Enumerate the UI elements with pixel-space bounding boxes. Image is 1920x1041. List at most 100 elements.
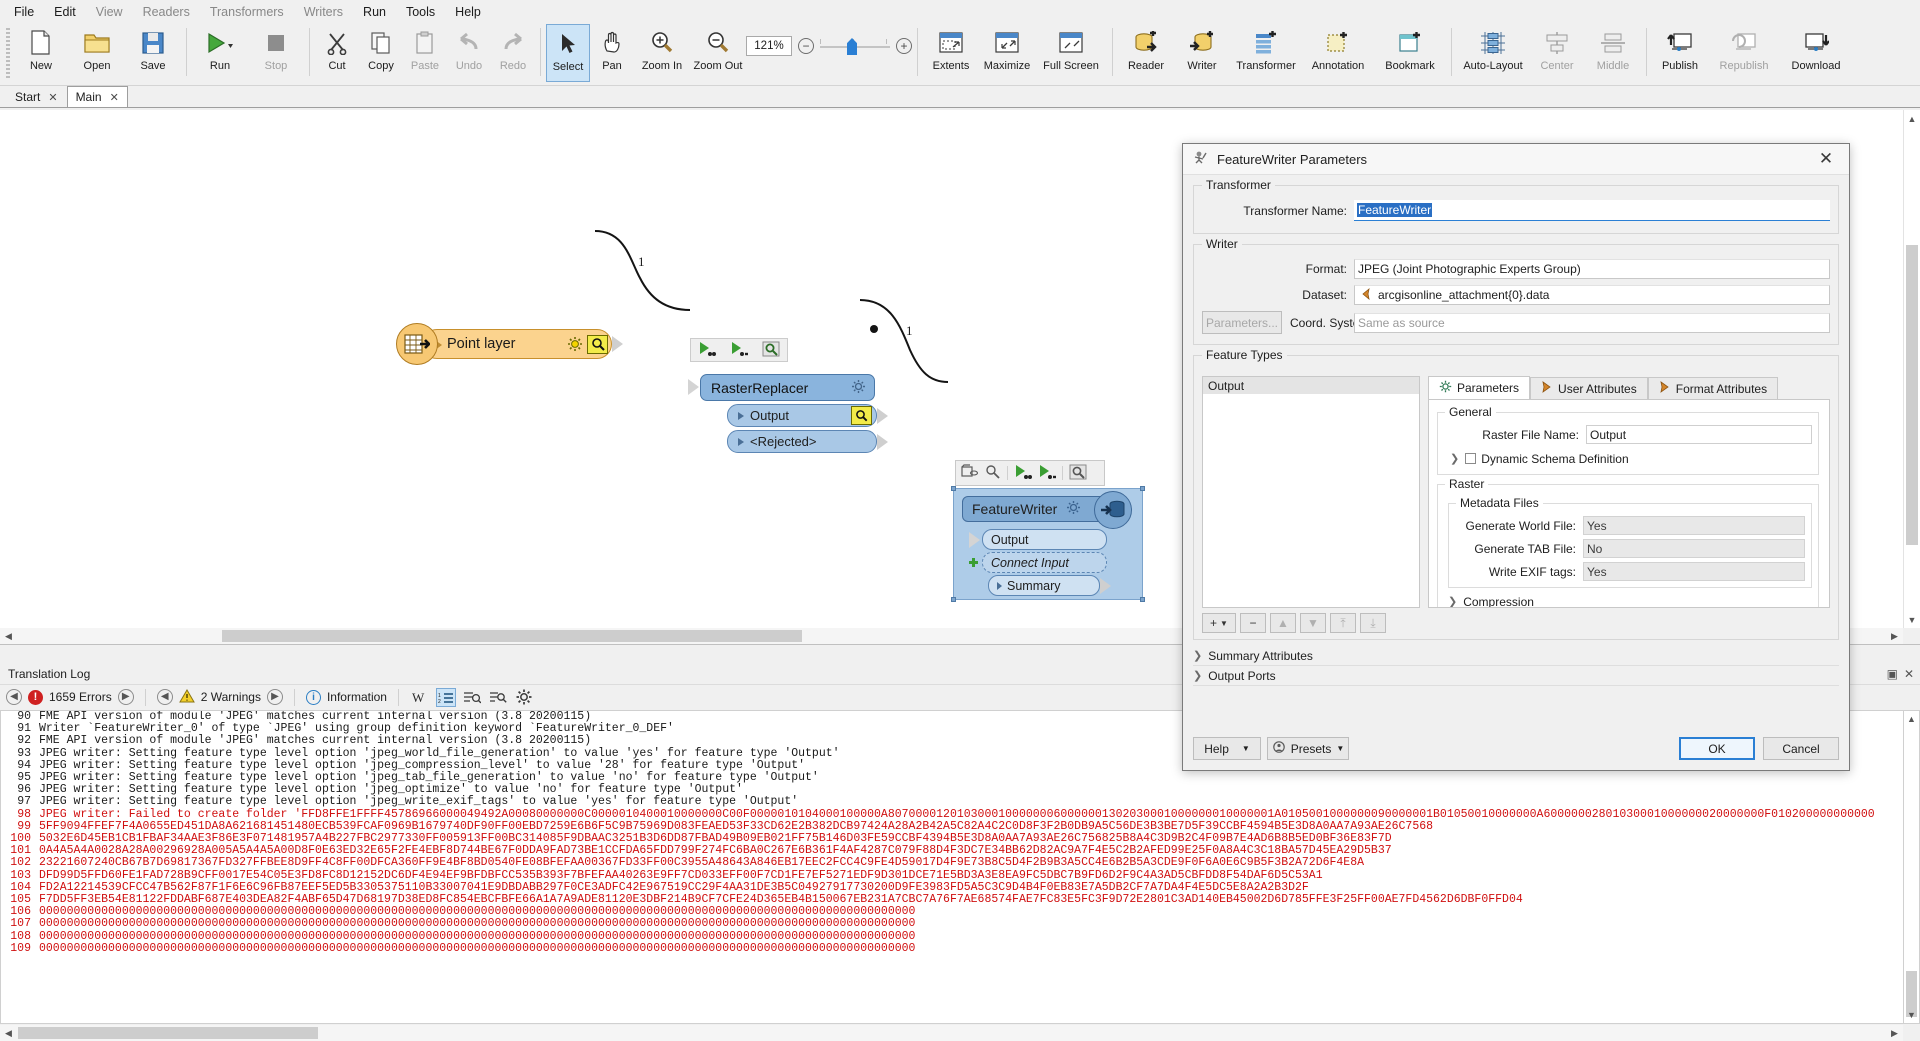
chevron-right-icon[interactable]: ❯ bbox=[1193, 669, 1202, 682]
magnifier-icon[interactable] bbox=[851, 406, 872, 425]
chevron-right-icon[interactable]: ❯ bbox=[1450, 452, 1459, 465]
help-button[interactable]: Help ▼ bbox=[1193, 737, 1261, 760]
close-icon[interactable]: ✕ bbox=[1904, 667, 1914, 681]
resize-handle[interactable] bbox=[951, 597, 956, 602]
tab-format-attributes[interactable]: Format Attributes bbox=[1647, 377, 1779, 399]
group-folder-icon[interactable] bbox=[961, 463, 979, 483]
move-up-button[interactable]: ▲ bbox=[1270, 613, 1296, 633]
scroll-left-icon[interactable]: ◀ bbox=[0, 628, 17, 644]
write-exif-tags-value[interactable]: Yes bbox=[1583, 562, 1805, 581]
log-horizontal-scrollbar[interactable]: ◀ ▶ bbox=[0, 1025, 1903, 1041]
toolbar-open-button[interactable]: Open bbox=[69, 24, 125, 82]
chevron-right-icon[interactable]: ❯ bbox=[1448, 595, 1457, 607]
toolbar-cut-button[interactable]: Cut bbox=[315, 24, 359, 82]
dialog-titlebar[interactable]: FeatureWriter Parameters ✕ bbox=[1183, 144, 1849, 175]
toolbar-redo-button[interactable]: Redo bbox=[491, 24, 535, 82]
tab-parameters[interactable]: Parameters bbox=[1428, 376, 1531, 399]
tab-main[interactable]: Main ✕ bbox=[66, 86, 128, 107]
toolbar-grip[interactable] bbox=[6, 28, 10, 78]
close-icon[interactable]: ✕ bbox=[48, 91, 57, 104]
menu-view[interactable]: View bbox=[86, 2, 133, 22]
run-to-here-icon[interactable] bbox=[1014, 464, 1032, 483]
toolbar-save-button[interactable]: Save bbox=[125, 24, 181, 82]
rasterreplacer-header[interactable]: RasterReplacer bbox=[688, 374, 875, 401]
cancel-button[interactable]: Cancel bbox=[1763, 737, 1839, 760]
menu-edit[interactable]: Edit bbox=[44, 2, 86, 22]
resize-handle[interactable] bbox=[1140, 486, 1145, 491]
scrollbar-thumb[interactable] bbox=[18, 1027, 318, 1039]
find-next-icon[interactable] bbox=[488, 688, 508, 707]
word-wrap-icon[interactable]: W bbox=[410, 688, 430, 707]
scroll-down-icon[interactable]: ▼ bbox=[1904, 1007, 1919, 1023]
toolbar-stop-button[interactable]: Stop bbox=[248, 24, 304, 82]
toolbar-zoom-in-button[interactable]: Zoom In bbox=[634, 24, 690, 82]
toolbar-reader-button[interactable]: Reader bbox=[1118, 24, 1174, 82]
arrow-left-icon[interactable]: ◀ bbox=[156, 689, 173, 705]
output-port-arrow[interactable] bbox=[612, 336, 623, 352]
arrow-right-icon[interactable]: ▶ bbox=[117, 689, 134, 705]
summary-attributes-expander[interactable]: ❯ Summary Attributes bbox=[1193, 646, 1839, 666]
move-down-button[interactable]: ▼ bbox=[1300, 613, 1326, 633]
menu-help[interactable]: Help bbox=[445, 2, 491, 22]
featurewriter-header[interactable]: FeatureWriter bbox=[962, 496, 1110, 522]
transformer-node-rasterreplacer[interactable]: RasterReplacer Output <Rejected> bbox=[688, 374, 888, 453]
generate-world-file-value[interactable]: Yes bbox=[1583, 516, 1805, 535]
toolbar-center-button[interactable]: Center bbox=[1529, 24, 1585, 82]
magnifier-icon[interactable] bbox=[587, 334, 608, 354]
format-input[interactable]: JPEG (Joint Photographic Experts Group) bbox=[1354, 259, 1830, 279]
featurewriter-port-output[interactable]: Output bbox=[969, 529, 1107, 550]
toolbar-bookmark-button[interactable]: Bookmark bbox=[1374, 24, 1446, 82]
zoom-level-input[interactable]: 121% bbox=[746, 36, 792, 56]
dynamic-schema-checkbox[interactable] bbox=[1465, 453, 1477, 464]
menu-tools[interactable]: Tools bbox=[396, 2, 445, 22]
menu-readers[interactable]: Readers bbox=[133, 2, 200, 22]
input-port-arrow[interactable] bbox=[969, 532, 980, 548]
data-inspector-icon[interactable] bbox=[762, 341, 780, 360]
toolbar-transformer-button[interactable]: Transformer bbox=[1230, 24, 1302, 82]
output-ports-expander[interactable]: ❯ Output Ports bbox=[1193, 666, 1839, 686]
toolbar-pan-button[interactable]: Pan bbox=[590, 24, 634, 82]
toolbar-auto-layout-button[interactable]: Auto-Layout bbox=[1457, 24, 1529, 82]
writer-parameters-button[interactable]: Parameters... bbox=[1202, 311, 1282, 334]
ok-button[interactable]: OK bbox=[1679, 737, 1755, 760]
chevron-right-icon[interactable]: ❯ bbox=[1193, 649, 1202, 662]
raster-replacer-hover-toolbar[interactable] bbox=[690, 338, 788, 362]
zoom-increase-button[interactable]: + bbox=[896, 38, 912, 54]
zoom-decrease-button[interactable]: − bbox=[798, 38, 814, 54]
presets-button[interactable]: Presets ▼ bbox=[1267, 737, 1349, 760]
toolbar-paste-button[interactable]: Paste bbox=[403, 24, 447, 82]
resize-handle[interactable] bbox=[1140, 597, 1145, 602]
output-port-arrow[interactable] bbox=[877, 408, 888, 424]
toolbar-republish-button[interactable]: Republish bbox=[1708, 24, 1780, 82]
feature-type-list-item[interactable]: Output bbox=[1203, 377, 1419, 394]
inspect-icon[interactable] bbox=[985, 464, 1001, 483]
run-from-here-icon[interactable] bbox=[1038, 464, 1057, 483]
move-top-button[interactable]: ⤒ bbox=[1330, 613, 1356, 633]
featurewriter-port-summary[interactable]: Summary bbox=[988, 575, 1111, 596]
data-inspector-icon[interactable] bbox=[1069, 464, 1087, 483]
raster-file-name-input[interactable]: Output bbox=[1586, 425, 1812, 444]
toolbar-copy-button[interactable]: Copy bbox=[359, 24, 403, 82]
gear-icon[interactable] bbox=[1066, 500, 1081, 518]
close-icon[interactable]: ✕ bbox=[110, 91, 119, 104]
close-icon[interactable]: ✕ bbox=[1809, 145, 1843, 174]
rasterreplacer-port-rejected[interactable]: <Rejected> bbox=[727, 430, 888, 453]
rasterreplacer-port-output[interactable]: Output bbox=[727, 404, 888, 427]
zoom-slider-thumb[interactable] bbox=[847, 38, 857, 55]
scroll-right-icon[interactable]: ▶ bbox=[1886, 628, 1903, 644]
reader-node-body[interactable]: Point layer bbox=[422, 329, 623, 359]
menu-writers[interactable]: Writers bbox=[294, 2, 353, 22]
scroll-down-icon[interactable]: ▼ bbox=[1904, 611, 1920, 628]
menu-transformers[interactable]: Transformers bbox=[200, 2, 294, 22]
output-port-arrow[interactable] bbox=[1100, 578, 1111, 594]
toolbar-maximize-button[interactable]: Maximize bbox=[979, 24, 1035, 82]
gear-icon[interactable] bbox=[851, 379, 866, 397]
toolbar-annotation-button[interactable]: Annotation bbox=[1302, 24, 1374, 82]
transformer-name-input[interactable]: FeatureWriter bbox=[1354, 200, 1830, 221]
dynamic-schema-definition-row[interactable]: ❯ Dynamic Schema Definition bbox=[1444, 449, 1812, 468]
toolbar-full-screen-button[interactable]: Full Screen bbox=[1035, 24, 1107, 82]
coordsys-input[interactable]: Same as source bbox=[1354, 312, 1830, 333]
add-feature-type-button[interactable]: + ▼ bbox=[1202, 613, 1236, 633]
toolbar-writer-button[interactable]: Writer bbox=[1174, 24, 1230, 82]
canvas-vertical-scrollbar[interactable]: ▲ ▼ bbox=[1903, 110, 1920, 628]
